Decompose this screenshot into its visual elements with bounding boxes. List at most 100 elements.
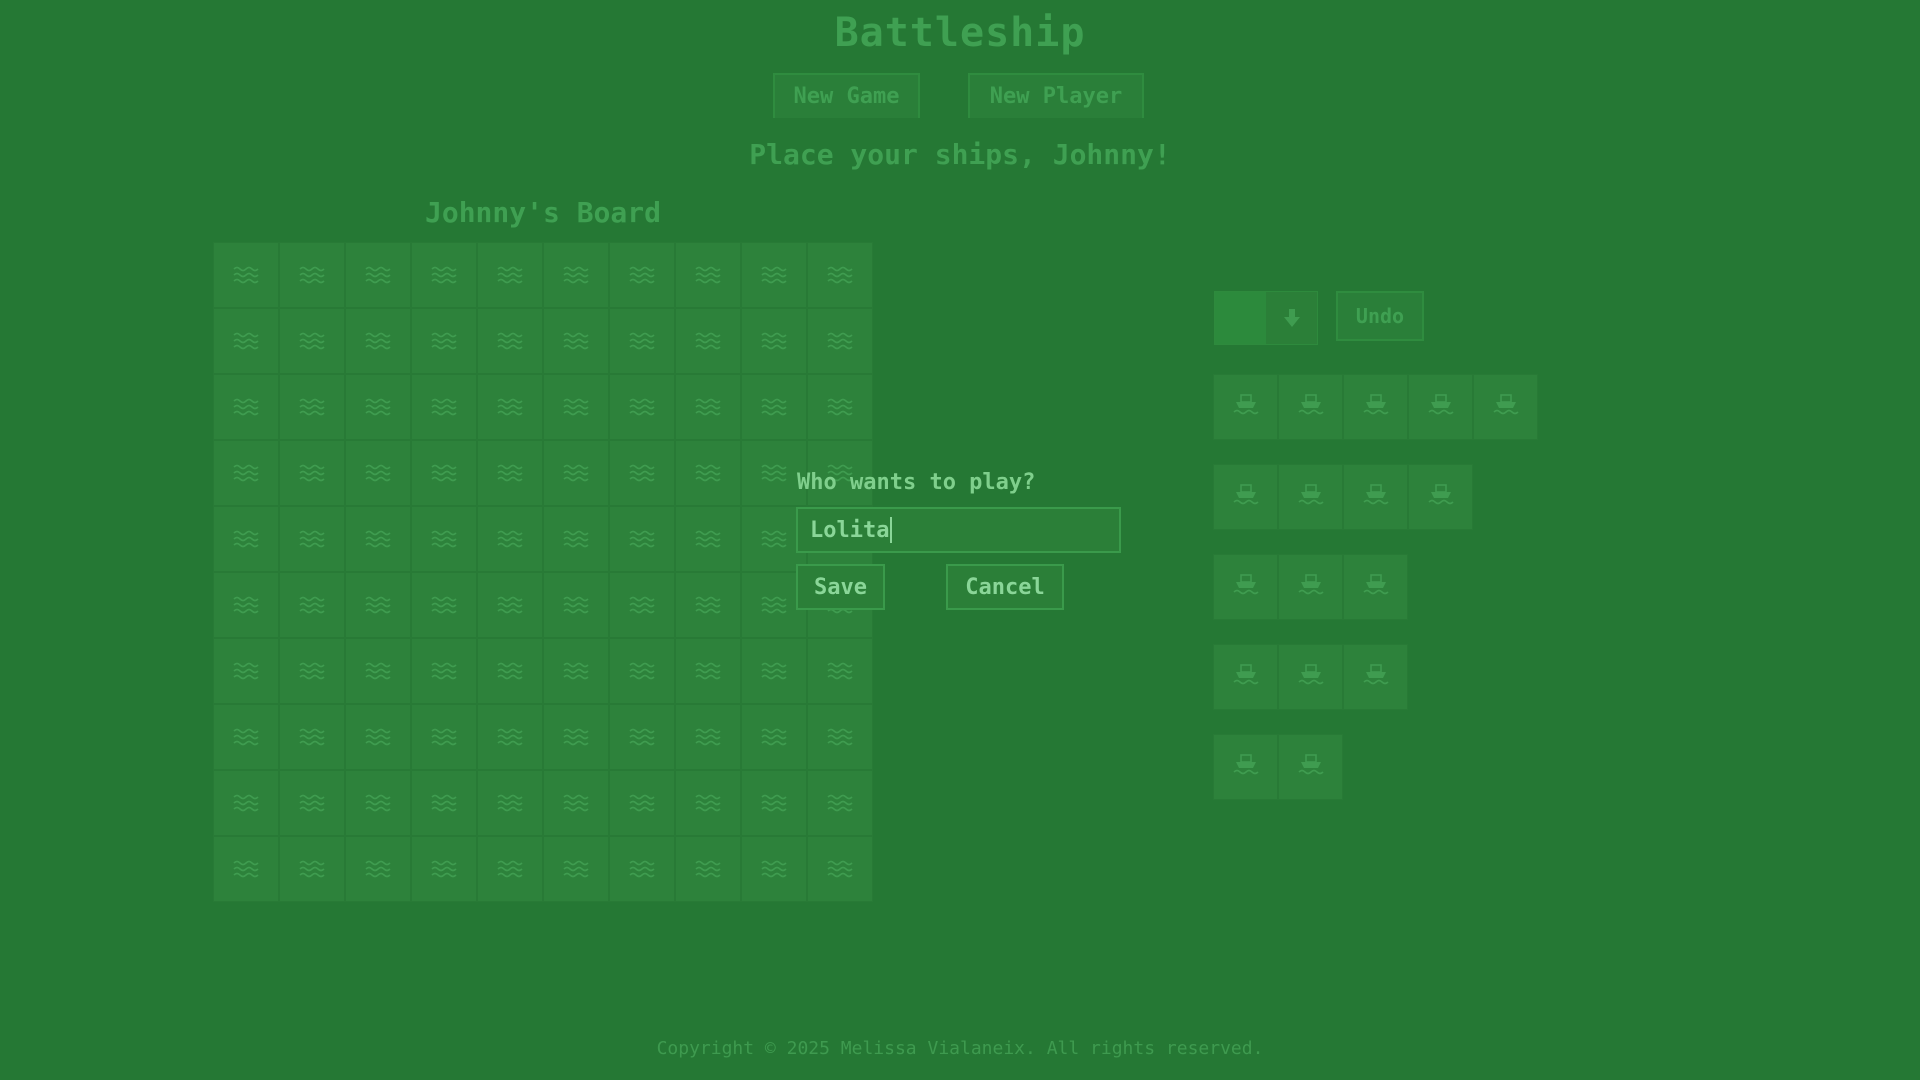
board-cell[interactable]: [477, 638, 543, 704]
board-cell[interactable]: [807, 242, 873, 308]
board-cell[interactable]: [543, 836, 609, 902]
board-cell[interactable]: [345, 440, 411, 506]
board-cell[interactable]: [345, 308, 411, 374]
board-cell[interactable]: [477, 440, 543, 506]
save-button[interactable]: Save: [796, 564, 885, 610]
board-cell[interactable]: [279, 308, 345, 374]
new-player-button[interactable]: New Player: [968, 73, 1144, 118]
board-cell[interactable]: [213, 308, 279, 374]
board-cell[interactable]: [213, 836, 279, 902]
board-cell[interactable]: [279, 242, 345, 308]
board-cell[interactable]: [675, 374, 741, 440]
board-cell[interactable]: [675, 506, 741, 572]
board-cell[interactable]: [543, 572, 609, 638]
board-cell[interactable]: [609, 572, 675, 638]
board-cell[interactable]: [345, 836, 411, 902]
board-cell[interactable]: [279, 572, 345, 638]
board-cell[interactable]: [807, 374, 873, 440]
board-cell[interactable]: [807, 770, 873, 836]
board-cell[interactable]: [411, 704, 477, 770]
board-cell[interactable]: [543, 704, 609, 770]
board-cell[interactable]: [213, 506, 279, 572]
board-cell[interactable]: [345, 704, 411, 770]
board-cell[interactable]: [213, 374, 279, 440]
board-cell[interactable]: [477, 242, 543, 308]
board-cell[interactable]: [279, 836, 345, 902]
board-cell[interactable]: [411, 770, 477, 836]
board-cell[interactable]: [609, 308, 675, 374]
ship-3[interactable]: [1213, 554, 1538, 620]
board-cell[interactable]: [807, 308, 873, 374]
board-cell[interactable]: [411, 572, 477, 638]
cancel-button[interactable]: Cancel: [946, 564, 1064, 610]
ship-2[interactable]: [1213, 734, 1538, 800]
board-cell[interactable]: [213, 242, 279, 308]
board-cell[interactable]: [741, 638, 807, 704]
board-cell[interactable]: [675, 836, 741, 902]
board-cell[interactable]: [411, 440, 477, 506]
board-cell[interactable]: [543, 242, 609, 308]
board-cell[interactable]: [279, 704, 345, 770]
board-cell[interactable]: [279, 440, 345, 506]
board-cell[interactable]: [543, 506, 609, 572]
board-cell[interactable]: [477, 506, 543, 572]
board-cell[interactable]: [477, 572, 543, 638]
board-cell[interactable]: [609, 242, 675, 308]
board-cell[interactable]: [279, 770, 345, 836]
board-cell[interactable]: [477, 704, 543, 770]
board-cell[interactable]: [675, 440, 741, 506]
board-cell[interactable]: [543, 770, 609, 836]
board-cell[interactable]: [345, 572, 411, 638]
board-cell[interactable]: [411, 374, 477, 440]
undo-button[interactable]: Undo: [1336, 291, 1424, 341]
board-cell[interactable]: [213, 572, 279, 638]
board-cell[interactable]: [675, 572, 741, 638]
board-cell[interactable]: [609, 638, 675, 704]
board-cell[interactable]: [741, 770, 807, 836]
player-name-input[interactable]: Lolita: [796, 507, 1121, 553]
ship-3[interactable]: [1213, 644, 1538, 710]
board-cell[interactable]: [675, 242, 741, 308]
board-cell[interactable]: [213, 704, 279, 770]
board-cell[interactable]: [543, 308, 609, 374]
board-cell[interactable]: [741, 836, 807, 902]
board-cell[interactable]: [345, 242, 411, 308]
orientation-toggle[interactable]: [1214, 291, 1318, 345]
board-cell[interactable]: [741, 308, 807, 374]
board-cell[interactable]: [609, 506, 675, 572]
board-cell[interactable]: [675, 638, 741, 704]
board-cell[interactable]: [741, 374, 807, 440]
board-cell[interactable]: [411, 638, 477, 704]
board-cell[interactable]: [411, 308, 477, 374]
board-cell[interactable]: [807, 638, 873, 704]
board-cell[interactable]: [543, 440, 609, 506]
board-cell[interactable]: [279, 374, 345, 440]
board-cell[interactable]: [213, 440, 279, 506]
board-cell[interactable]: [345, 638, 411, 704]
ship-4[interactable]: [1213, 464, 1538, 530]
board-cell[interactable]: [675, 770, 741, 836]
board-cell[interactable]: [807, 704, 873, 770]
board-cell[interactable]: [213, 770, 279, 836]
board-cell[interactable]: [609, 770, 675, 836]
board-cell[interactable]: [675, 308, 741, 374]
board-cell[interactable]: [609, 836, 675, 902]
board-cell[interactable]: [279, 638, 345, 704]
board-cell[interactable]: [345, 770, 411, 836]
board-cell[interactable]: [213, 638, 279, 704]
board-cell[interactable]: [477, 770, 543, 836]
board-cell[interactable]: [543, 638, 609, 704]
board-cell[interactable]: [741, 704, 807, 770]
board-cell[interactable]: [411, 836, 477, 902]
board-cell[interactable]: [477, 836, 543, 902]
board-cell[interactable]: [411, 506, 477, 572]
ship-5[interactable]: [1213, 374, 1538, 440]
board-cell[interactable]: [411, 242, 477, 308]
board-cell[interactable]: [345, 506, 411, 572]
board-cell[interactable]: [807, 836, 873, 902]
board-cell[interactable]: [477, 308, 543, 374]
new-game-button[interactable]: New Game: [773, 73, 920, 118]
board-cell[interactable]: [279, 506, 345, 572]
board-cell[interactable]: [675, 704, 741, 770]
board-cell[interactable]: [477, 374, 543, 440]
